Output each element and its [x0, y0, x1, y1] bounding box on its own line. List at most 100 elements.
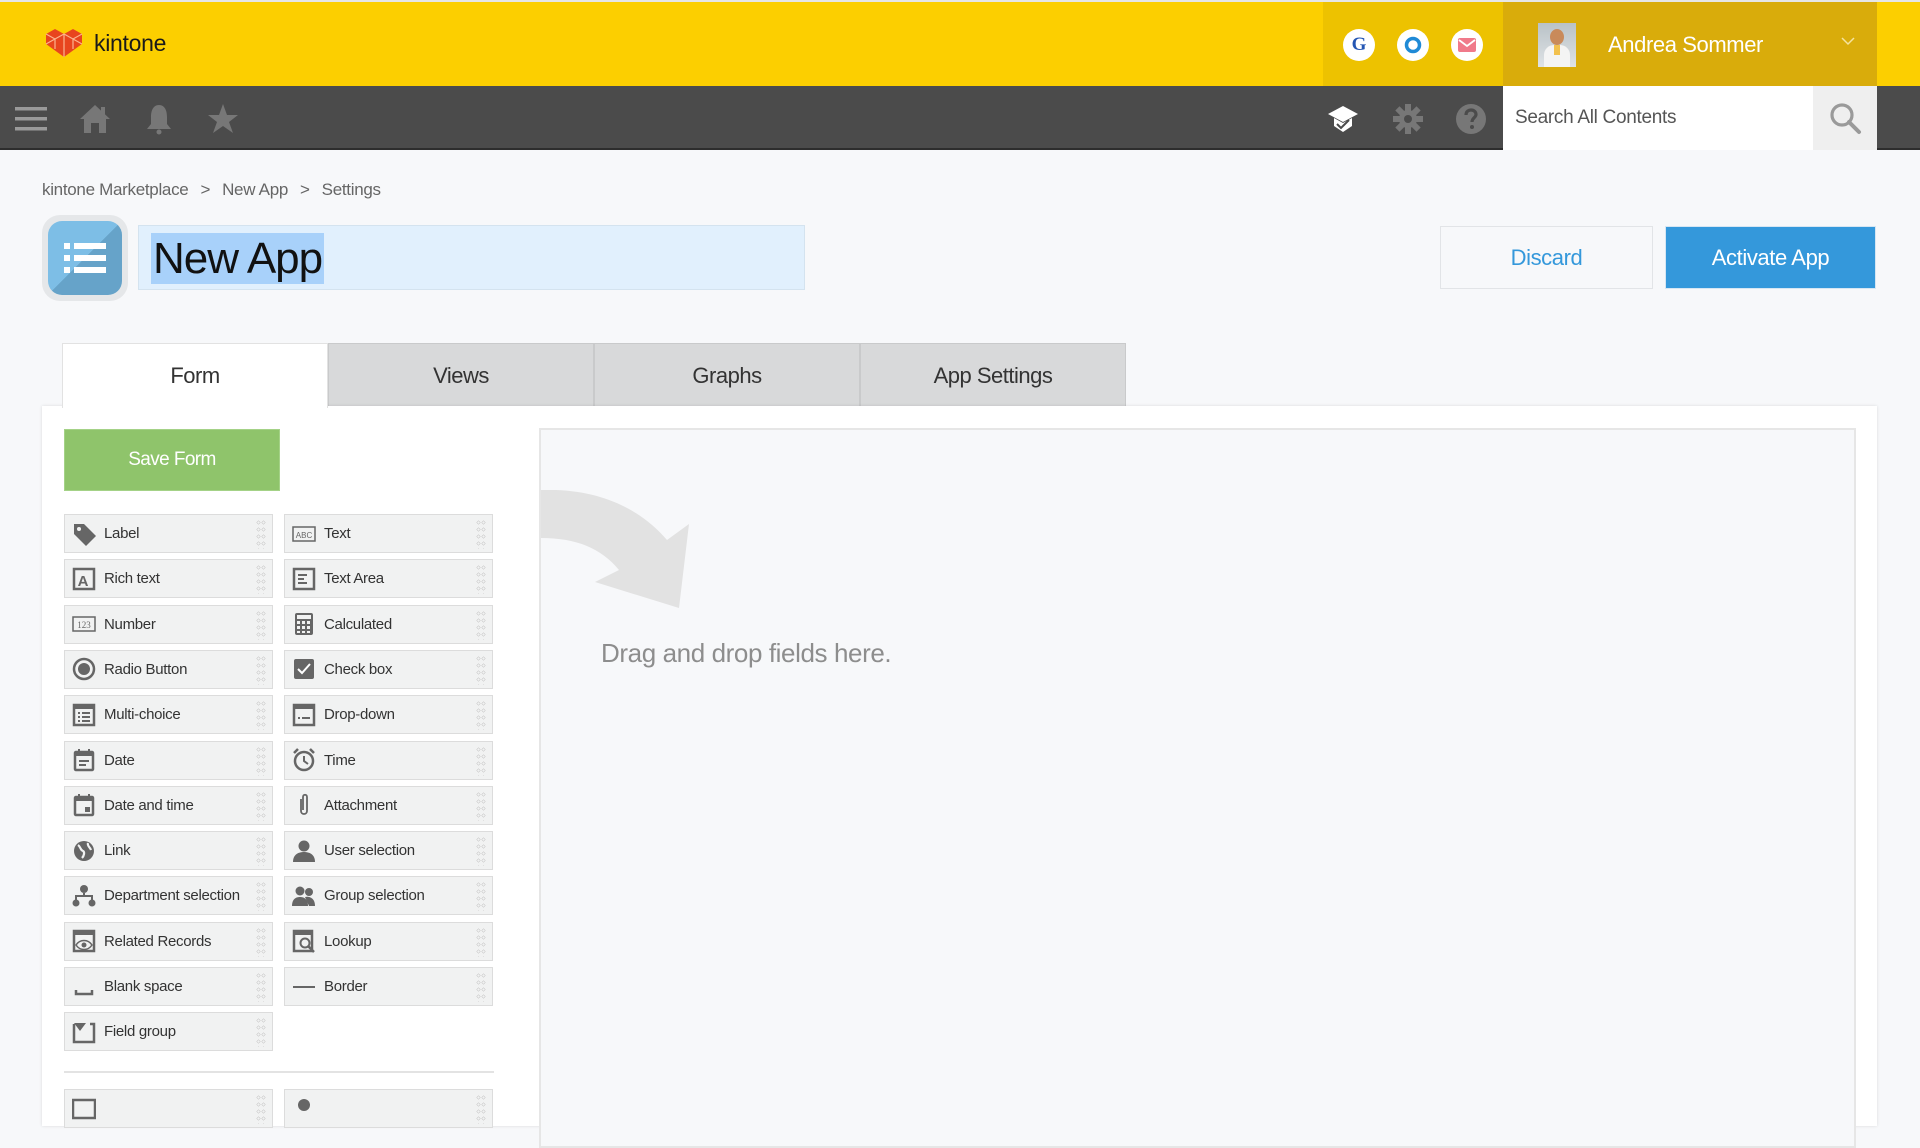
breadcrumb-marketplace[interactable]: kintone Marketplace — [42, 180, 189, 200]
field-palette-item[interactable]: 123 Number — [64, 604, 273, 644]
tab-form[interactable]: Form — [62, 343, 328, 408]
drag-handle[interactable] — [256, 700, 266, 731]
drag-handle[interactable] — [476, 926, 486, 957]
drag-handle[interactable] — [476, 609, 486, 640]
field-palette-item[interactable]: ABC Text — [284, 514, 493, 553]
drag-handle[interactable] — [256, 519, 266, 549]
drag-handle[interactable] — [476, 881, 486, 912]
field-palette-item-partial[interactable] — [64, 1089, 273, 1128]
activate-app-button[interactable]: Activate App — [1665, 226, 1876, 289]
drag-handle[interactable] — [256, 836, 266, 867]
group-icon — [291, 883, 317, 909]
notification-bell-icon[interactable] — [142, 102, 176, 136]
field-palette-item[interactable]: Text Area — [284, 559, 493, 599]
field-palette-item[interactable]: Link — [64, 831, 273, 871]
hamburger-menu-icon[interactable] — [14, 102, 48, 136]
tab-app-settings[interactable]: App Settings — [860, 343, 1126, 407]
google-icon[interactable]: G — [1343, 29, 1375, 61]
drag-handle[interactable] — [476, 564, 486, 595]
field-palette-item-partial[interactable] — [284, 1089, 493, 1128]
related-records-icon — [71, 928, 97, 954]
favorites-star-icon[interactable] — [206, 102, 240, 136]
drag-handle[interactable] — [256, 1094, 266, 1124]
mail-glyph — [1458, 38, 1476, 52]
help-question-icon[interactable] — [1454, 102, 1488, 136]
field-palette-item[interactable]: Border — [284, 967, 493, 1006]
field-palette-item-label: Radio Button — [104, 660, 188, 678]
drag-handle[interactable] — [256, 745, 266, 776]
drag-handle[interactable] — [256, 609, 266, 640]
field-palette-item[interactable]: Related Records — [64, 921, 273, 961]
drag-handle[interactable] — [256, 1017, 266, 1048]
app-icon[interactable] — [42, 215, 128, 301]
field-palette-item[interactable]: Calculated — [284, 604, 493, 644]
mail-icon[interactable] — [1451, 29, 1483, 61]
field-palette-item-label: User selection — [324, 842, 415, 860]
app-name-input[interactable]: New App — [138, 225, 805, 290]
drag-handle[interactable] — [256, 790, 266, 821]
tab-views[interactable]: Views — [328, 343, 594, 407]
field-palette-item[interactable]: Field group — [64, 1012, 273, 1052]
field-palette-item[interactable]: Group selection — [284, 876, 493, 916]
field-palette-item[interactable]: Check box — [284, 649, 493, 689]
save-form-button[interactable]: Save Form — [64, 429, 280, 491]
field-palette-item[interactable]: Label — [64, 514, 273, 553]
drag-handle[interactable] — [256, 564, 266, 595]
quick-app-links: G — [1323, 2, 1503, 88]
google-glyph: G — [1351, 34, 1367, 55]
field-palette-item[interactable]: Date — [64, 740, 273, 780]
field-palette-item[interactable]: Time — [284, 740, 493, 780]
drag-handle[interactable] — [476, 654, 486, 685]
field-palette-item-label: Link — [104, 842, 131, 860]
drag-handle[interactable] — [256, 926, 266, 957]
logo-text: kintone — [94, 29, 167, 56]
outlook-icon[interactable] — [1397, 29, 1429, 61]
drag-handle[interactable] — [476, 519, 486, 549]
drag-handle[interactable] — [256, 654, 266, 685]
field-palette-item[interactable]: Drop-down — [284, 695, 493, 735]
discard-button[interactable]: Discard — [1440, 226, 1653, 289]
field-palette-item[interactable]: Radio Button — [64, 649, 273, 689]
field-palette-item[interactable]: Blank space — [64, 967, 273, 1006]
field-palette-item[interactable]: Multi-choice — [64, 695, 273, 735]
field-palette-item-label: Date — [104, 751, 135, 769]
drag-handle[interactable] — [476, 972, 486, 1002]
field-palette-item[interactable]: User selection — [284, 831, 493, 871]
form-drop-zone[interactable]: Drag and drop fields here. — [539, 428, 1856, 1148]
field-palette-item[interactable]: Attachment — [284, 785, 493, 825]
learning-hat-icon[interactable] — [1326, 102, 1360, 136]
breadcrumb-settings: Settings — [321, 180, 381, 199]
search-button[interactable] — [1813, 86, 1877, 150]
drag-handle[interactable] — [256, 881, 266, 912]
text-area-icon — [291, 566, 317, 592]
drag-handle[interactable] — [256, 972, 266, 1002]
palette-divider — [64, 1071, 494, 1073]
date-time-icon — [71, 792, 97, 818]
chevron-down-icon[interactable] — [1841, 34, 1855, 48]
field-palette-item-label: Date and time — [104, 796, 194, 814]
field-palette-item-label: Attachment — [324, 796, 397, 814]
drag-handle[interactable] — [476, 790, 486, 821]
user-profile-menu[interactable]: Andrea Sommer — [1503, 2, 1877, 88]
tab-graphs[interactable]: Graphs — [594, 343, 860, 407]
drag-handle[interactable] — [476, 700, 486, 731]
field-palette-item[interactable]: Date and time — [64, 785, 273, 825]
search-field — [1503, 86, 1813, 150]
field-palette-item[interactable]: A Rich text — [64, 559, 273, 599]
breadcrumb-new-app[interactable]: New App — [222, 180, 288, 200]
search-input[interactable] — [1503, 107, 1813, 129]
field-group-icon — [71, 1019, 97, 1045]
drag-handle[interactable] — [476, 1094, 486, 1124]
drag-handle[interactable] — [476, 836, 486, 867]
drag-handle[interactable] — [476, 745, 486, 776]
kintone-logo[interactable]: kintone — [44, 28, 166, 58]
settings-gear-icon[interactable] — [1391, 102, 1425, 136]
home-icon[interactable] — [78, 102, 112, 136]
field-palette-item-label: Field group — [104, 1023, 176, 1041]
field-palette-item[interactable]: Department selection — [64, 876, 273, 916]
field-palette-item-label: Border — [324, 978, 368, 995]
field-palette-item-label: Multi-choice — [104, 706, 181, 724]
field-palette-item[interactable]: Lookup — [284, 921, 493, 961]
kintone-logo-icon — [45, 29, 83, 57]
field-palette-item-label: Rich text — [104, 570, 160, 588]
